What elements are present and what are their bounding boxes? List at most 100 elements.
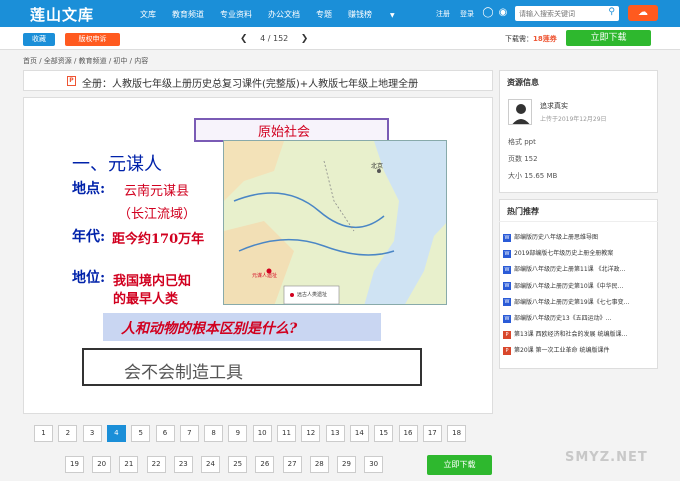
page-button[interactable]: 14 [349, 425, 369, 442]
page-button[interactable]: 4 [106, 425, 126, 442]
list-item[interactable]: P 第13课 西欧经济和社会的发展 统编版课… [503, 329, 655, 340]
place-sub: （长江流域） [118, 207, 197, 222]
list-item[interactable]: W 部编版八年级历史上册第11课 《北洋政… [503, 264, 655, 275]
page-button[interactable]: 23 [173, 456, 193, 473]
qq-icon[interactable]: ◯ [482, 7, 494, 19]
page-button[interactable]: 20 [92, 456, 112, 473]
main-nav: 文库 教育频道 专业资料 办公文档 专题 赚钱榜 ▼ [140, 9, 427, 20]
list-item-label: 部编版八年级历史13《五四运动》… [514, 315, 612, 322]
page-button[interactable]: 3 [82, 425, 102, 442]
page-button[interactable]: 17 [422, 425, 442, 442]
file-format: 格式 ppt [508, 138, 536, 146]
download-button-bottom[interactable]: 立即下载 [427, 455, 492, 475]
nav-item-earnings[interactable]: 赚钱榜 ▼ [348, 9, 411, 20]
divider [499, 221, 658, 222]
watermark: SMYZ.NET [565, 450, 648, 465]
page-button[interactable]: 29 [337, 456, 356, 473]
resource-info-title: 资源信息 [507, 78, 539, 87]
status-value-line1: 我国境内已知 [113, 274, 192, 289]
breadcrumb[interactable]: 首页 / 全部资源 / 教育频道 / 初中 / 内容 [23, 56, 148, 66]
list-item[interactable]: W 部编版八年级上册历史第19课《七七事变… [503, 297, 655, 308]
page-count: 页数 152 [508, 155, 538, 163]
page-button[interactable]: 25 [228, 456, 248, 473]
page-button[interactable]: 12 [301, 425, 321, 442]
page-button[interactable]: 15 [374, 425, 394, 442]
word-file-icon: W [503, 233, 511, 242]
login-link[interactable]: 登录 [460, 9, 474, 19]
signup-link[interactable]: 注册 [436, 9, 450, 19]
upload-cloud-icon[interactable]: ☁ [628, 5, 658, 21]
map-site-label: 元谋人遗址 [252, 273, 278, 279]
search-icon[interactable]: ⚲ [608, 7, 615, 17]
upload-date: 上传于2019年12月29日 [540, 116, 607, 123]
download-cost: 18莲券 [533, 35, 557, 43]
page-button[interactable]: 19 [65, 456, 84, 473]
avatar[interactable] [508, 99, 532, 125]
page-button[interactable]: 16 [398, 425, 418, 442]
word-file-icon: W [503, 249, 511, 258]
page-navigator: ❮ 4 / 152 ❯ [230, 34, 318, 44]
page-button[interactable]: 21 [119, 456, 139, 473]
chevron-right-icon[interactable]: ❯ [301, 34, 309, 44]
era-label: 年代: [72, 229, 106, 245]
collect-button[interactable]: 收藏 [23, 33, 55, 46]
nav-item-office[interactable]: 办公文档 [268, 9, 300, 20]
page-button[interactable]: 5 [131, 425, 151, 442]
list-item[interactable]: P 第20课 第一次工业革命 统编版课件 [503, 345, 655, 356]
list-item[interactable]: W 部编版八年级上册历史第10课《中华民… [503, 281, 655, 292]
word-file-icon: W [503, 314, 511, 323]
current-page: 4 [260, 34, 266, 43]
map-legend: 远古人类遗址 [297, 292, 328, 298]
page-button[interactable]: 1 [34, 425, 53, 442]
page-button[interactable]: 28 [309, 456, 329, 473]
place-label: 地点: [72, 181, 106, 197]
search-input[interactable] [515, 6, 601, 21]
slide-heading: 一、元谋人 [72, 154, 162, 175]
list-item[interactable]: W 部编版历史八年级上册思维导图 [503, 232, 655, 243]
page-button[interactable]: 18 [447, 425, 467, 442]
page-button[interactable]: 13 [325, 425, 345, 442]
page-button[interactable]: 9 [228, 425, 248, 442]
slide-banner: 原始社会 [258, 125, 311, 140]
page-button[interactable]: 6 [155, 425, 175, 442]
map-city-label: 北京 [371, 163, 384, 170]
list-item-label: 部编版八年级历史上册第11课 《北洋政… [514, 266, 626, 274]
page-button[interactable]: 8 [204, 425, 224, 442]
hot-recommend-title: 热门推荐 [507, 207, 539, 216]
nav-item-library[interactable]: 文库 [140, 9, 156, 20]
word-file-icon: W [503, 298, 511, 307]
status-value-line2: 的最早人类 [113, 292, 179, 307]
nav-item-topics[interactable]: 专题 [316, 9, 332, 20]
list-item-label: 第13课 西欧经济和社会的发展 统编版课… [514, 331, 628, 339]
chevron-left-icon[interactable]: ❮ [240, 34, 248, 44]
page-title: 全册：人教版七年级上册历史总复习课件(完整版)+人教版七年级上地理全册 [82, 79, 419, 90]
page-button[interactable]: 7 [179, 425, 199, 442]
author-name[interactable]: 追求真实 [540, 101, 568, 111]
list-item[interactable]: W 2019部编版七年级历史上册全册教案 [503, 248, 655, 259]
list-item-label: 部编版八年级上册历史第19课《七七事变… [514, 298, 630, 306]
page-button[interactable]: 11 [277, 425, 296, 442]
page-button[interactable]: 2 [58, 425, 78, 442]
ppt-file-icon: P [503, 330, 511, 339]
site-logo[interactable]: 莲山文库 [30, 4, 94, 25]
status-label: 地位: [72, 270, 106, 286]
wechat-icon[interactable]: ◉ [497, 7, 509, 19]
list-item-label: 2019部编版七年级历史上册全册教案 [514, 250, 614, 258]
nav-item-education[interactable]: 教育频道 [172, 9, 204, 20]
nav-item-professional[interactable]: 专业资料 [220, 9, 252, 20]
page-button[interactable]: 27 [282, 456, 302, 473]
word-file-icon: W [503, 265, 511, 274]
report-button[interactable]: 版权申诉 [65, 33, 120, 46]
page-button[interactable]: 24 [201, 456, 220, 473]
search-box: ⚲ [515, 6, 619, 21]
chevron-down-icon: ▼ [390, 12, 395, 19]
list-item-label: 第20课 第一次工业革命 统编版课件 [514, 347, 610, 355]
page-button[interactable]: 30 [364, 456, 384, 473]
page-button[interactable]: 26 [255, 456, 275, 473]
list-item[interactable]: W 部编版八年级历史13《五四运动》… [503, 313, 655, 324]
place-value: 云南元谋县 [124, 184, 190, 199]
page-button[interactable]: 22 [146, 456, 166, 473]
page-button[interactable]: 10 [252, 425, 272, 442]
era-value: 距今约170万年 [112, 232, 205, 247]
download-button[interactable]: 立即下载 [566, 30, 651, 46]
